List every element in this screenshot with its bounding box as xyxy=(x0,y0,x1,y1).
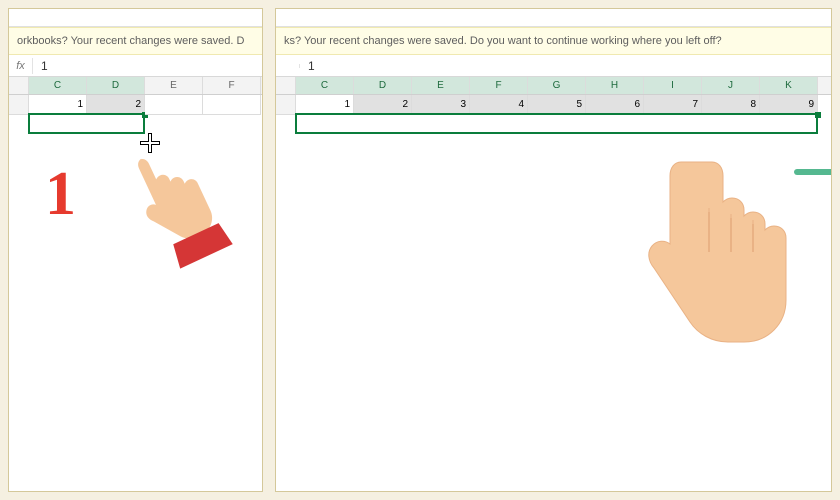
cell[interactable]: 2 xyxy=(354,95,412,115)
cell[interactable]: 5 xyxy=(528,95,586,115)
formula-value[interactable]: 1 xyxy=(33,59,48,73)
fill-cursor-icon xyxy=(139,132,161,159)
spreadsheet-grid[interactable]: C D E F G H I J K 1 2 3 4 5 6 7 8 9 xyxy=(276,77,831,115)
col-header[interactable]: H xyxy=(586,77,644,94)
step-number-1: 1 xyxy=(45,159,76,230)
col-header[interactable]: F xyxy=(470,77,528,94)
recovery-banner: ks? Your recent changes were saved. Do y… xyxy=(276,27,831,55)
selection-outline xyxy=(295,113,818,134)
table-row: 1 2 xyxy=(9,95,262,115)
cell[interactable]: 3 xyxy=(412,95,470,115)
select-all-corner[interactable] xyxy=(276,77,296,94)
cell[interactable]: 9 xyxy=(760,95,818,115)
fx-label xyxy=(276,64,300,68)
cell[interactable]: 1 xyxy=(296,95,354,115)
formula-bar: fx 1 xyxy=(9,55,262,77)
cell[interactable]: 6 xyxy=(586,95,644,115)
col-header[interactable]: I xyxy=(644,77,702,94)
cell[interactable]: 4 xyxy=(470,95,528,115)
step-2-panel: ks? Your recent changes were saved. Do y… xyxy=(275,8,832,492)
drag-hand-icon xyxy=(611,154,801,399)
cell[interactable]: 7 xyxy=(644,95,702,115)
cell[interactable]: 2 xyxy=(87,95,145,115)
col-header[interactable]: K xyxy=(760,77,818,94)
col-header-e[interactable]: E xyxy=(145,77,203,94)
formula-value[interactable]: 1 xyxy=(300,59,315,73)
row-header[interactable] xyxy=(276,95,296,115)
arrow-right-icon xyxy=(794,159,832,190)
cell[interactable]: 8 xyxy=(702,95,760,115)
col-header-d[interactable]: D xyxy=(87,77,145,94)
col-header[interactable]: D xyxy=(354,77,412,94)
col-header[interactable]: G xyxy=(528,77,586,94)
row-header[interactable] xyxy=(9,95,29,115)
fx-label: fx xyxy=(9,58,33,74)
toolbar-stub xyxy=(276,9,831,27)
formula-bar: 1 xyxy=(276,55,831,77)
col-header[interactable]: E xyxy=(412,77,470,94)
col-header-f[interactable]: F xyxy=(203,77,261,94)
pointing-hand-icon xyxy=(95,129,243,294)
cell[interactable] xyxy=(203,95,261,115)
recovery-banner: orkbooks? Your recent changes were saved… xyxy=(9,27,262,55)
step-1-panel: orkbooks? Your recent changes were saved… xyxy=(8,8,263,492)
cell[interactable] xyxy=(145,95,203,115)
spreadsheet-grid[interactable]: C D E F 1 2 xyxy=(9,77,262,115)
col-header[interactable]: J xyxy=(702,77,760,94)
column-headers: C D E F G H I J K xyxy=(276,77,831,95)
col-header-c[interactable]: C xyxy=(29,77,87,94)
toolbar-stub xyxy=(9,9,262,27)
select-all-corner[interactable] xyxy=(9,77,29,94)
fill-handle[interactable] xyxy=(815,112,821,118)
cell[interactable]: 1 xyxy=(29,95,87,115)
col-header[interactable]: C xyxy=(296,77,354,94)
column-headers: C D E F xyxy=(9,77,262,95)
table-row: 1 2 3 4 5 6 7 8 9 xyxy=(276,95,831,115)
selection-outline xyxy=(28,113,145,134)
